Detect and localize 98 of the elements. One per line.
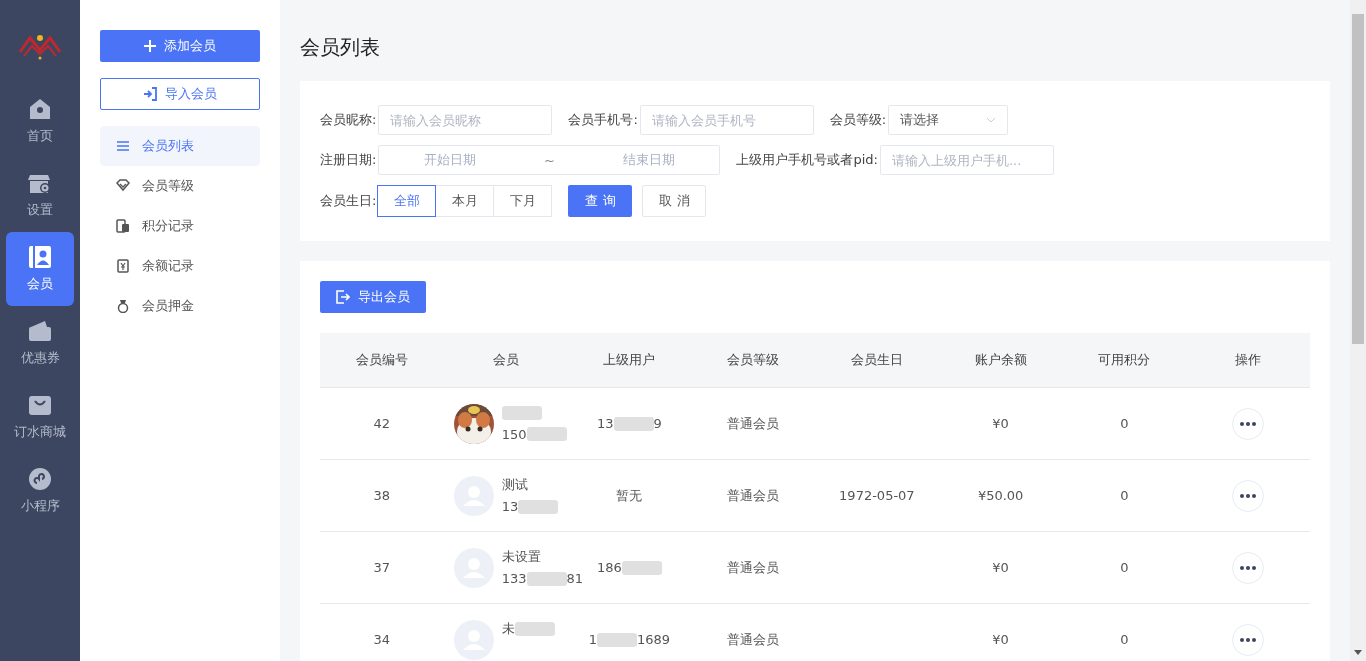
scroll-down-icon xyxy=(1354,650,1362,655)
column-header: 会员等级 xyxy=(726,351,781,369)
submenu-item[interactable]: 会员等级 xyxy=(100,166,260,206)
query-button[interactable]: 查 询 xyxy=(568,185,633,217)
page-title: 会员列表 xyxy=(300,34,381,61)
member-phone: 13 xyxy=(501,499,519,514)
scrollbar[interactable] xyxy=(1350,0,1366,661)
phone-field[interactable]: 请输入会员手机号 xyxy=(639,105,814,135)
nav-item[interactable]: 会员 xyxy=(6,232,74,306)
table-cell-text: 0 xyxy=(1119,560,1130,575)
start-date-placeholder: 开始日期 xyxy=(424,151,477,169)
column-header: 可用积分 xyxy=(1097,351,1152,369)
redaction-blur xyxy=(596,632,637,647)
export-icon xyxy=(336,290,350,304)
birthday-tab[interactable]: 下月 xyxy=(493,185,553,217)
redaction-blur xyxy=(518,499,559,514)
table-cell-text: 0 xyxy=(1119,416,1130,431)
table-cell-text: ¥0 xyxy=(991,632,1010,647)
column-header: 操作 xyxy=(1234,351,1263,369)
table-cell-text: 38 xyxy=(372,488,392,503)
diamond-icon xyxy=(116,179,130,193)
table-cell: 1 xyxy=(588,632,597,647)
date-range-field[interactable]: 开始日期 ~ 结束日期 xyxy=(378,145,721,175)
member-phone: 150 xyxy=(501,426,527,442)
mini-program-icon xyxy=(28,467,52,491)
more-icon[interactable] xyxy=(1232,407,1265,440)
table-cell: 9 xyxy=(653,416,662,431)
table-cell-text: 0 xyxy=(1119,632,1130,647)
cancel-button[interactable]: 取 消 xyxy=(642,185,707,217)
birthday-tab[interactable]: 全部 xyxy=(377,185,437,217)
table-cell: 暂无 xyxy=(616,486,643,505)
house-icon xyxy=(28,97,52,121)
field-label: 注册日期: xyxy=(320,151,377,169)
field-label: 会员等级: xyxy=(829,111,887,129)
plus-icon xyxy=(144,40,156,52)
birthday-tab[interactable]: 本月 xyxy=(435,185,495,217)
table-cell: 186 xyxy=(596,560,622,575)
table-cell-text: ¥0 xyxy=(991,416,1010,431)
column-header: 上级用户 xyxy=(602,351,657,369)
more-icon[interactable] xyxy=(1232,551,1265,584)
member-name: 未 xyxy=(501,620,515,638)
field-label: 会员生日: xyxy=(320,192,377,210)
more-icon[interactable] xyxy=(1232,479,1265,512)
more-icon[interactable] xyxy=(1232,623,1265,656)
table-cell-text: 普通会员 xyxy=(726,486,781,505)
table-cell-text: 34 xyxy=(372,632,392,647)
chevron-down-icon xyxy=(986,117,997,123)
list-icon xyxy=(116,139,130,153)
nav-item[interactable]: 设置 xyxy=(6,158,74,232)
export-button[interactable]: 导出会员 xyxy=(320,281,426,313)
table-cell-text: 普通会员 xyxy=(726,414,781,433)
column-header: 会员编号 xyxy=(354,351,409,369)
table-cell-text: 1972-05-07 xyxy=(838,488,916,503)
table-cell-text: 普通会员 xyxy=(726,558,781,577)
nav-item[interactable]: 首页 xyxy=(6,84,74,158)
nickname-field[interactable]: 请输入会员昵称 xyxy=(378,105,553,135)
end-date-placeholder: 结束日期 xyxy=(622,151,675,169)
nav-item[interactable]: 小程序 xyxy=(6,454,74,528)
login-arrow-icon xyxy=(143,87,157,101)
submenu-item[interactable]: 余额记录 xyxy=(100,246,260,286)
parent-phone-field[interactable]: 请输入上级用户手机... xyxy=(879,145,1054,175)
redaction-blur xyxy=(526,427,567,441)
column-header: 账户余额 xyxy=(973,351,1028,369)
field-label: 上级用户手机号或者pid: xyxy=(736,151,878,169)
redaction-blur xyxy=(501,406,542,420)
submenu-item[interactable]: 积分记录 xyxy=(100,206,260,246)
redaction-blur xyxy=(621,560,662,575)
submenu-item[interactable]: 会员列表 xyxy=(100,126,260,166)
field-label: 会员手机号: xyxy=(568,111,638,129)
redaction-blur xyxy=(526,571,567,586)
import-member-button[interactable]: 导入会员 xyxy=(100,78,260,110)
table-cell-text: ¥50.00 xyxy=(976,488,1025,503)
table-cell-text: 0 xyxy=(1119,488,1130,503)
column-header: 会员生日 xyxy=(849,351,904,369)
member-phone: 81 xyxy=(566,571,584,586)
field-label: 会员昵称: xyxy=(320,111,377,129)
table-cell-text: 42 xyxy=(372,416,392,431)
range-separator: ~ xyxy=(543,152,555,168)
member-phone: 133 xyxy=(501,571,527,586)
nav-item[interactable]: 优惠券 xyxy=(6,306,74,380)
member-name: 测试 xyxy=(501,476,528,494)
table-cell: 1689 xyxy=(636,632,671,647)
level-select[interactable]: 请选择 xyxy=(888,105,1009,135)
wallet-icon xyxy=(28,319,52,343)
table-cell-text: ¥0 xyxy=(991,560,1010,575)
redaction-blur xyxy=(613,416,654,431)
table-cell-text: 37 xyxy=(372,560,392,575)
member-card-icon xyxy=(28,245,52,269)
table-cell-text: 普通会员 xyxy=(726,630,781,649)
table-cell: 13 xyxy=(596,416,614,431)
add-member-button[interactable]: 添加会员 xyxy=(100,30,260,62)
submenu-item[interactable]: 会员押金 xyxy=(100,286,260,326)
member-name: 未设置 xyxy=(501,548,541,566)
bag-icon xyxy=(28,393,52,417)
nav-item[interactable]: 订水商城 xyxy=(6,380,74,454)
redaction-blur xyxy=(514,622,555,636)
column-header: 会员 xyxy=(491,351,520,369)
yen-icon xyxy=(116,259,130,273)
